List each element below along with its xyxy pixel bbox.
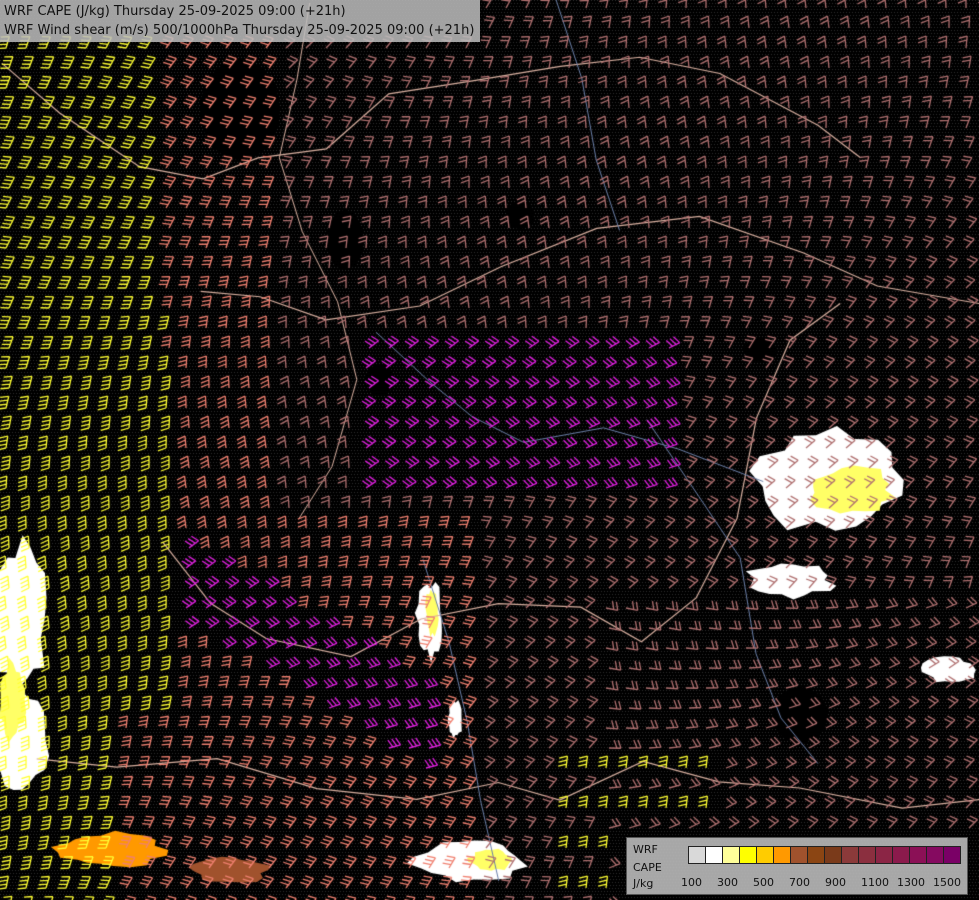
wind-shear-map: [0, 0, 979, 900]
legend-swatch: [722, 846, 740, 864]
legend-color-scale: [688, 846, 961, 864]
legend-swatch: [790, 846, 808, 864]
legend-tick: 500: [753, 876, 774, 889]
legend-swatch: [705, 846, 723, 864]
legend-tick: 1100: [861, 876, 889, 889]
legend-tick: 100: [681, 876, 702, 889]
legend-tick: 700: [789, 876, 810, 889]
cape-legend: WRF CAPE J/kg 100 300 500 700 900 1100 1300 150…: [626, 837, 968, 895]
title-line-shear: WRF Wind shear (m/s) 500/1000hPa Thursda…: [4, 23, 475, 38]
legend-swatch: [926, 846, 944, 864]
title-line-cape: WRF CAPE (J/kg) Thursday 25-09-2025 09:0…: [4, 4, 346, 19]
legend-swatch: [892, 846, 910, 864]
legend-swatch: [807, 846, 825, 864]
legend-tick: 1500: [933, 876, 961, 889]
legend-swatch: [688, 846, 706, 864]
map-title: WRF CAPE (J/kg) Thursday 25-09-2025 09:0…: [0, 0, 481, 42]
legend-swatch: [756, 846, 774, 864]
legend-label-wrf: WRF: [633, 843, 658, 856]
legend-swatch: [841, 846, 859, 864]
legend-swatch: [824, 846, 842, 864]
legend-label-cape: CAPE: [633, 861, 662, 874]
legend-swatch: [773, 846, 791, 864]
legend-label-units: J/kg: [633, 877, 654, 890]
legend-swatch: [943, 846, 961, 864]
legend-swatch: [739, 846, 757, 864]
legend-tick: 900: [825, 876, 846, 889]
legend-swatch: [909, 846, 927, 864]
legend-swatch: [858, 846, 876, 864]
legend-swatch: [875, 846, 893, 864]
legend-tick: 1300: [897, 876, 925, 889]
legend-tick: 300: [717, 876, 738, 889]
